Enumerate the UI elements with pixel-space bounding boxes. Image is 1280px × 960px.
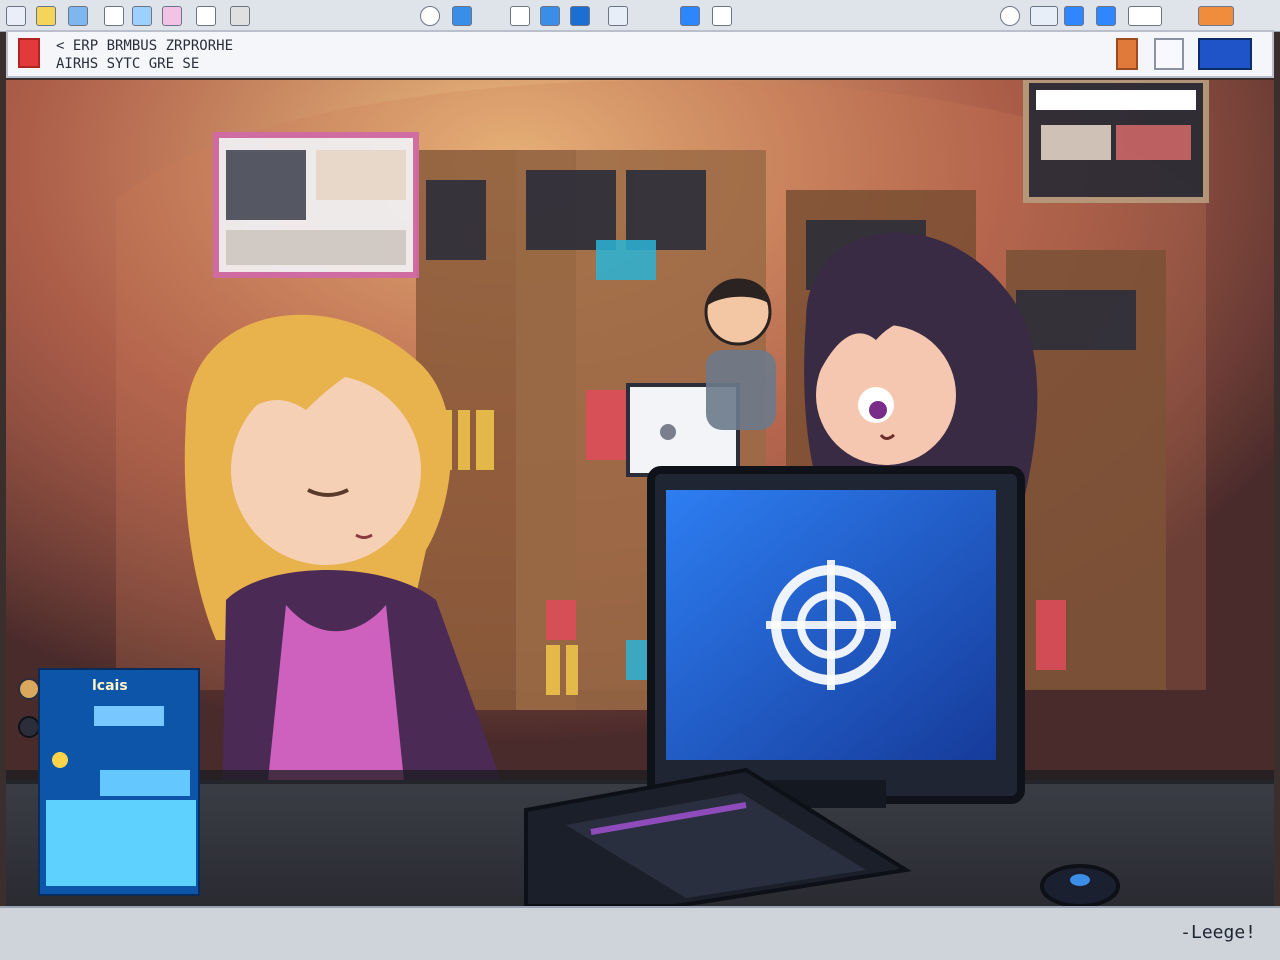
toolbar-button-2[interactable] bbox=[1154, 38, 1184, 70]
mouse bbox=[1040, 864, 1120, 906]
right-wall-display bbox=[1023, 80, 1209, 203]
speaker-icon[interactable] bbox=[1000, 6, 1020, 26]
monitor-icon[interactable] bbox=[510, 6, 530, 26]
panel-block-2[interactable] bbox=[100, 770, 190, 796]
gear-icon[interactable] bbox=[230, 6, 250, 26]
status-text: -Leege! bbox=[1180, 922, 1256, 943]
keyboard-icon[interactable] bbox=[1030, 6, 1058, 26]
calendar-icon[interactable] bbox=[196, 6, 216, 26]
pointer-icon[interactable] bbox=[712, 6, 732, 26]
app-toolbar: < ERP BRMBUS ZRPRORHE AIRHS SYTC GRE SE bbox=[6, 30, 1274, 78]
toolbar-button-3[interactable] bbox=[1198, 38, 1252, 70]
panel-title: lcais bbox=[92, 678, 128, 694]
panel-block-3[interactable] bbox=[46, 800, 196, 886]
panel-block-1[interactable] bbox=[94, 706, 164, 726]
toolbar-line1: < ERP BRMBUS ZRPRORHE bbox=[56, 38, 234, 54]
user-icon[interactable] bbox=[420, 6, 440, 26]
display-icon[interactable] bbox=[680, 6, 700, 26]
app-logo bbox=[18, 38, 40, 68]
text-icon[interactable] bbox=[162, 6, 182, 26]
wifi-icon[interactable] bbox=[1064, 6, 1084, 26]
brush-icon[interactable] bbox=[540, 6, 560, 26]
toolbar-line2: AIRHS SYTC GRE SE bbox=[56, 56, 200, 72]
notification-icon[interactable] bbox=[1198, 6, 1234, 26]
folder-icon[interactable] bbox=[36, 6, 56, 26]
clock-icon[interactable] bbox=[1128, 6, 1162, 26]
side-avatar-icon[interactable] bbox=[18, 678, 40, 700]
main-monitor bbox=[647, 466, 1025, 808]
top-system-bar bbox=[0, 0, 1280, 32]
panel-warning-icon bbox=[52, 752, 68, 768]
left-app-panel[interactable]: lcais bbox=[38, 668, 200, 896]
image-icon[interactable] bbox=[68, 6, 88, 26]
side-gear-icon[interactable] bbox=[18, 716, 40, 738]
battery-icon[interactable] bbox=[1096, 6, 1116, 26]
database-icon[interactable] bbox=[570, 6, 590, 26]
calendar-icon-2[interactable] bbox=[608, 6, 628, 26]
app-icon[interactable] bbox=[6, 6, 26, 26]
chart-icon[interactable] bbox=[132, 6, 152, 26]
left-wall-panel bbox=[213, 132, 419, 278]
drive-icon[interactable] bbox=[452, 6, 472, 26]
bottom-status-bar: -Leege! bbox=[0, 906, 1280, 960]
toolbar-button-1[interactable] bbox=[1116, 38, 1138, 70]
flag-icon[interactable] bbox=[104, 6, 124, 26]
